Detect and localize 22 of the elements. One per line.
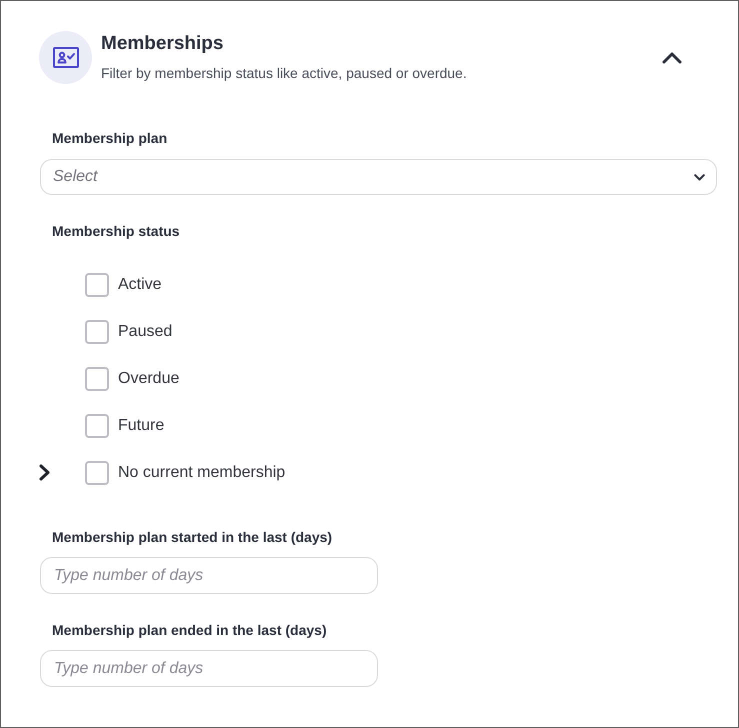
checkbox[interactable] [85,272,109,296]
checkbox-label: No current membership [118,462,286,482]
days-input[interactable]: Type number of days [40,557,378,594]
checkbox[interactable] [85,320,109,344]
field-label: Membership status [52,222,180,241]
chevron-right-icon[interactable] [39,464,50,481]
checkbox-label: Paused [118,322,172,342]
checkbox[interactable] [85,366,109,390]
checkbox[interactable] [85,460,109,484]
chevron-down-icon [694,174,705,180]
section-description: Filter by membership status like active, paused or overdue. [101,64,467,83]
checkbox-label: Future [118,416,164,436]
checkbox-label: Overdue [118,368,180,388]
checkbox-label: Active [118,274,162,294]
section-title: Memberships [101,32,224,56]
field-label: Membership plan ended in the last (days) [52,621,327,640]
days-input[interactable]: Type number of days [40,650,378,687]
checkbox[interactable] [85,414,109,438]
field-label: Membership plan [52,129,168,148]
plan-select[interactable]: Select [40,159,717,195]
collapse-button[interactable] [661,50,683,64]
field-label: Membership plan started in the last (days) [52,528,332,547]
